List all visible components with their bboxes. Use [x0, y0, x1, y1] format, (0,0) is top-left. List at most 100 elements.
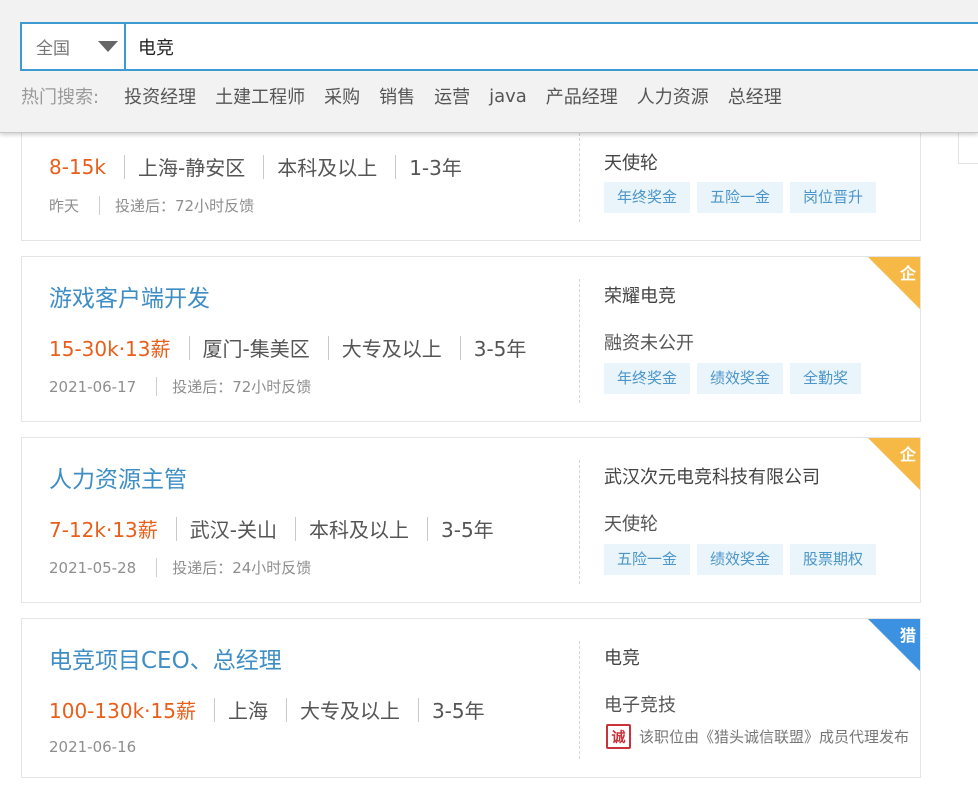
experience: 3-5年 [441, 518, 494, 542]
search-box: 全国 [20, 22, 978, 71]
education: 大专及以上 [299, 699, 400, 723]
divider [327, 335, 329, 360]
search-header: 全国 热门搜索: 投资经理 土建工程师 采购 销售 运营 java 产品经理 人… [0, 0, 978, 133]
divider [156, 558, 158, 577]
hot-search-link[interactable]: java [489, 86, 527, 107]
divider [175, 516, 177, 541]
job-card[interactable]: 人力资源主管 7-12k·13薪 武汉-关山 本科及以上 3-5年 2021-0… [21, 437, 921, 603]
job-title[interactable]: 游戏客户端开发 [49, 279, 210, 313]
education: 本科及以上 [277, 156, 378, 180]
hot-search-link[interactable]: 人力资源 [637, 83, 709, 109]
welfare-tag: 全勤奖 [790, 363, 862, 394]
job-conditions: 7-12k·13薪 武汉-关山 本科及以上 3-5年 [49, 514, 494, 543]
divider [156, 377, 158, 396]
education: 大专及以上 [341, 337, 442, 361]
salary: 8-15k [49, 154, 106, 179]
job-title[interactable]: 人力资源主管 [49, 460, 187, 494]
post-date: 昨天 [49, 197, 80, 215]
company-name[interactable]: 荣耀电竞 [604, 282, 676, 308]
divider [417, 697, 419, 722]
card-divider [579, 133, 580, 222]
feedback-time: 投递后：72小时反馈 [172, 378, 312, 396]
welfare-tag: 年终奖金 [604, 182, 691, 213]
enterprise-badge: 企 [868, 438, 920, 490]
divider [395, 154, 397, 179]
feedback-time: 投递后：24小时反馈 [172, 559, 312, 577]
post-date: 2021-06-16 [49, 738, 137, 756]
job-meta: 昨天 投递后：72小时反馈 [49, 195, 254, 216]
job-meta: 2021-05-28 投递后：24小时反馈 [49, 557, 311, 578]
divider [295, 516, 296, 541]
job-conditions: 15-30k·13薪 厦门-集美区 大专及以上 3-5年 [49, 333, 526, 362]
job-meta: 2021-06-17 投递后：72小时反馈 [49, 376, 311, 397]
divider [99, 196, 101, 215]
divider [459, 335, 461, 360]
job-conditions: 8-15k 上海-静安区 本科及以上 1-3年 [49, 152, 462, 181]
company-industry: 电子竞技 [604, 695, 676, 716]
welfare-tag: 股票期权 [790, 544, 877, 575]
company-name[interactable]: 武汉次元电竞科技有限公司 [604, 463, 820, 489]
company-stage: 天使轮 [604, 153, 658, 174]
experience: 1-3年 [409, 156, 462, 180]
salary: 100-130k·15薪 [49, 699, 196, 723]
card-divider [579, 279, 580, 403]
feedback-time: 投递后：72小时反馈 [115, 197, 255, 215]
region-label: 全国 [36, 39, 70, 59]
badge-label: 企 [899, 445, 916, 464]
post-date: 2021-06-17 [49, 377, 137, 396]
job-card[interactable]: 游戏客户端开发 15-30k·13薪 厦门-集美区 大专及以上 3-5年 202… [21, 256, 921, 422]
welfare-tag: 五险一金 [697, 182, 784, 213]
salary: 15-30k·13薪 [49, 337, 171, 361]
welfare-tag: 年终奖金 [604, 363, 691, 394]
education: 本科及以上 [309, 518, 409, 542]
hot-search-link[interactable]: 总经理 [728, 83, 782, 109]
job-meta: 2021-06-16 [49, 738, 136, 756]
agency-notice-text: 该职位由《猎头诚信联盟》成员代理发布 [639, 728, 910, 746]
welfare-tag: 绩效奖金 [697, 544, 784, 575]
card-divider [579, 460, 580, 584]
hot-search-link[interactable]: 产品经理 [546, 83, 618, 109]
location: 上海 [227, 699, 268, 723]
divider [285, 697, 287, 722]
hot-search-link[interactable]: 运营 [434, 83, 470, 109]
triangle-down-icon [98, 41, 118, 52]
hot-search-link[interactable]: 投资经理 [124, 83, 196, 109]
divider [213, 697, 215, 722]
hot-search-link[interactable]: 土建工程师 [215, 83, 305, 109]
location: 武汉-关山 [189, 518, 277, 542]
location: 上海-静安区 [137, 156, 246, 180]
hot-search: 热门搜索: 投资经理 土建工程师 采购 销售 运营 java 产品经理 人力资源… [21, 83, 801, 109]
divider [123, 154, 125, 179]
agency-notice: 诚 该职位由《猎头诚信联盟》成员代理发布 [606, 724, 909, 749]
divider [263, 154, 265, 179]
welfare-tag: 五险一金 [604, 544, 691, 575]
location: 厦门-集美区 [202, 337, 310, 361]
welfare-tags: 年终奖金 绩效奖金 全勤奖 [604, 363, 868, 394]
badge-label: 猎 [899, 626, 916, 645]
company-stage: 融资未公开 [604, 333, 694, 354]
salary: 7-12k·13薪 [49, 518, 158, 542]
experience: 3-5年 [431, 699, 485, 723]
welfare-tags: 五险一金 绩效奖金 股票期权 [604, 544, 883, 575]
search-input[interactable] [126, 24, 978, 69]
badge-label: 企 [899, 264, 916, 283]
welfare-tag: 绩效奖金 [697, 363, 784, 394]
welfare-tags: 年终奖金 五险一金 岗位晋升 [604, 182, 883, 213]
post-date: 2021-05-28 [49, 558, 137, 577]
company-name[interactable]: 电竞 [604, 644, 640, 670]
experience: 3-5年 [473, 337, 527, 361]
region-select[interactable]: 全国 [22, 24, 126, 69]
divider [188, 335, 190, 360]
card-divider [579, 641, 580, 759]
hot-search-link[interactable]: 采购 [324, 83, 360, 109]
company-stage: 天使轮 [604, 514, 658, 535]
job-title[interactable]: 电竞项目CEO、总经理 [49, 641, 282, 675]
integrity-icon: 诚 [606, 724, 631, 749]
hot-search-label: 热门搜索: [21, 87, 100, 108]
enterprise-badge: 企 [868, 257, 920, 309]
job-conditions: 100-130k·15薪 上海 大专及以上 3-5年 [49, 695, 485, 724]
divider [427, 516, 428, 541]
job-card[interactable]: 电竞项目CEO、总经理 100-130k·15薪 上海 大专及以上 3-5年 2… [21, 618, 921, 778]
hot-search-link[interactable]: 销售 [379, 83, 415, 109]
headhunter-badge: 猎 [868, 619, 920, 671]
